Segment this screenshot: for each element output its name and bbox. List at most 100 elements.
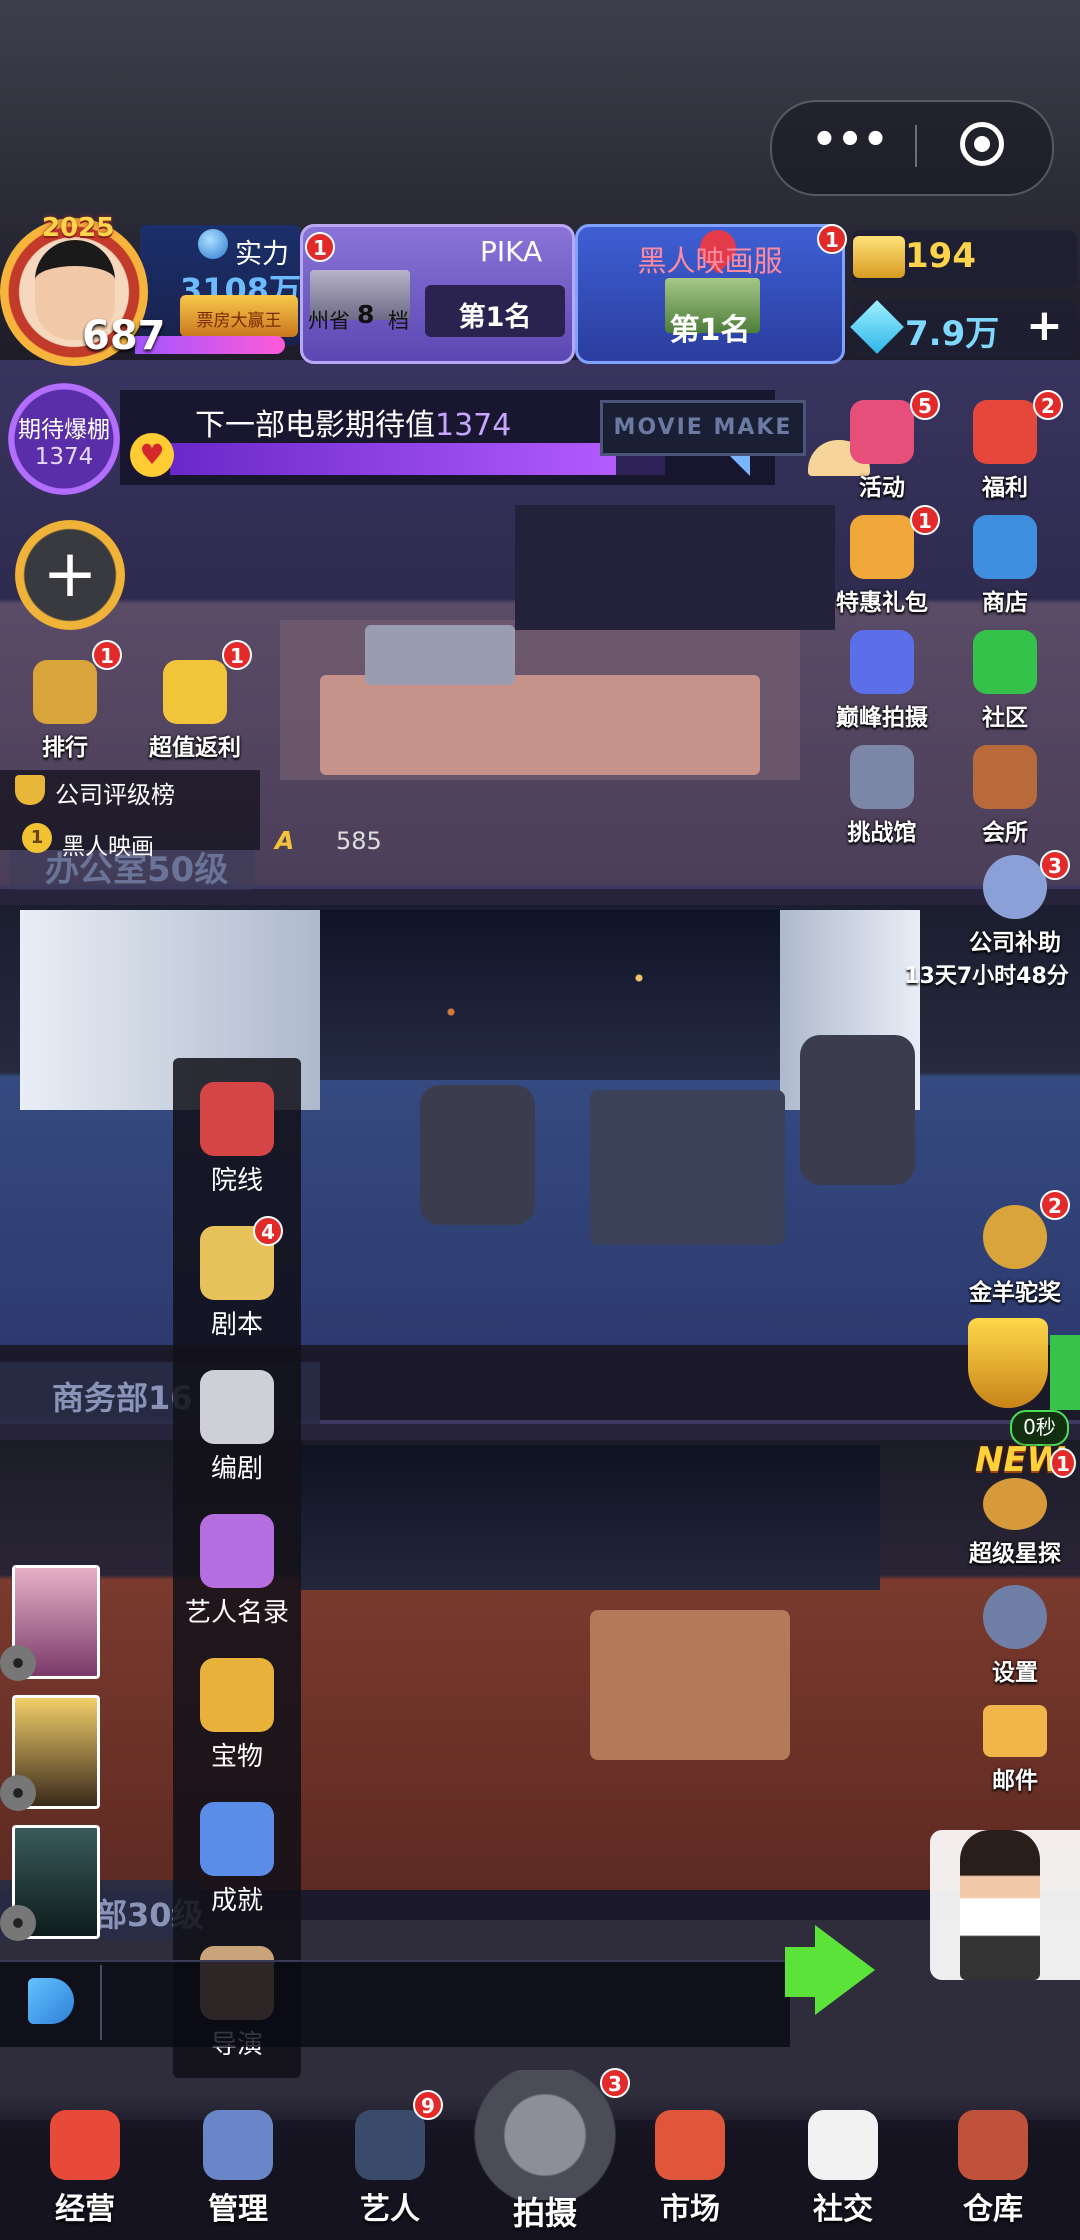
notification-badge: 2	[1040, 1190, 1070, 1220]
mail-label: 邮件	[992, 1768, 1038, 1794]
notification-badge: 5	[910, 390, 940, 420]
coffee-table	[365, 625, 515, 685]
office-chair	[420, 1085, 535, 1225]
side-button-label: 会所	[982, 820, 1028, 846]
rank-medal: 1	[22, 823, 52, 853]
achievement-medal-icon	[200, 1802, 274, 1876]
mail-button[interactable]: 邮件	[965, 1705, 1065, 1795]
shoot-label: 拍摄	[512, 2194, 577, 2232]
popcorn-icon	[50, 2110, 120, 2180]
shoot-camera-button[interactable]	[470, 2070, 620, 2200]
hype-title-text: 下一部电影期待值	[195, 408, 435, 443]
add-diamonds-button[interactable]: +	[1026, 304, 1063, 348]
side-button-label: 挑战馆	[847, 820, 917, 846]
nav-tab-仓库[interactable]: 仓库	[928, 2110, 1058, 2228]
notification-badge: 1	[817, 224, 847, 254]
fireworks-icon	[850, 400, 914, 464]
close-target-icon[interactable]	[960, 122, 1004, 166]
scout-icon	[983, 1478, 1047, 1530]
manage-gear-icon	[203, 2110, 273, 2180]
coupon-icon	[163, 660, 227, 724]
magic-lamp-icon	[200, 1658, 274, 1732]
side-button-巅峰拍摄[interactable]: 巅峰拍摄	[832, 630, 932, 732]
ticket-value: 194	[905, 236, 976, 276]
menu-item-label: 宝物	[210, 1742, 263, 1772]
chat-divider	[100, 1965, 102, 2040]
envelope-icon	[983, 1705, 1047, 1757]
side-drawer-tab[interactable]	[1050, 1335, 1080, 1410]
notification-badge: 1	[222, 640, 252, 670]
side-button-会所[interactable]: 会所	[955, 745, 1055, 847]
side-button-挑战馆[interactable]: 挑战馆	[832, 745, 932, 847]
menu-item-编剧[interactable]: 编剧	[173, 1370, 301, 1485]
hype-fill	[170, 443, 616, 475]
add-button[interactable]: +	[15, 520, 125, 630]
more-dots-button[interactable]: •••	[805, 120, 895, 170]
side-button-社区[interactable]: 社区	[955, 630, 1055, 732]
nav-tab-管理[interactable]: 管理	[173, 2110, 303, 2228]
secretary-figure	[960, 1830, 1040, 1980]
super-scout-button[interactable]: 超级星探	[965, 1478, 1065, 1568]
shop-icon	[973, 515, 1037, 579]
menu-item-label: 成就	[210, 1886, 263, 1916]
movie-make-sign: MOVIE MAKE	[600, 400, 806, 456]
grade-letter: A	[275, 826, 295, 855]
menu-item-院线[interactable]: 院线	[173, 1082, 301, 1197]
menu-item-宝物[interactable]: 宝物	[173, 1658, 301, 1773]
notification-badge: 1	[305, 232, 335, 262]
hype-ring-label: 期待爆棚	[18, 417, 110, 443]
rating-title: 公司评级榜	[55, 781, 175, 809]
nav-tab-label: 艺人	[360, 2192, 420, 2227]
capsule-divider	[915, 125, 917, 167]
rating-company: 黑人映画	[62, 834, 154, 860]
nav-tab-label: 市场	[660, 2192, 720, 2227]
notification-badge: 1	[92, 640, 122, 670]
nav-tab-经营[interactable]: 经营	[20, 2110, 150, 2228]
super-scout-label: 超级星探	[969, 1541, 1061, 1567]
side-button-超值返利[interactable]: 超值返利	[130, 660, 260, 762]
side-button-label: 商店	[982, 590, 1028, 616]
menu-item-成就[interactable]: 成就	[173, 1802, 301, 1917]
menu-item-label: 院线	[210, 1166, 263, 1196]
side-button-商店[interactable]: 商店	[955, 515, 1055, 617]
nav-tab-市场[interactable]: 市场	[625, 2110, 755, 2228]
office-chair	[800, 1035, 915, 1185]
side-button-排行[interactable]: 排行	[15, 660, 115, 762]
region-label: 州省	[308, 309, 350, 333]
golden-alpaca-award-button[interactable]: 金羊驼奖	[965, 1205, 1065, 1307]
wooden-desk	[590, 1610, 790, 1760]
city-window	[300, 1445, 880, 1590]
notification-badge: 3	[1040, 850, 1070, 880]
building-icon	[850, 745, 914, 809]
clubhouse-icon	[973, 745, 1037, 809]
menu-item-剧本[interactable]: 剧本	[173, 1226, 301, 1341]
office-desk	[590, 1090, 785, 1245]
nav-tab-社交[interactable]: 社交	[778, 2110, 908, 2228]
menu-item-艺人名录[interactable]: 艺人名录	[173, 1514, 301, 1629]
notification-badge: 1	[910, 505, 940, 535]
side-button-label: 排行	[42, 735, 88, 761]
company-rank: 第1名	[458, 302, 532, 333]
gear-icon	[983, 1585, 1047, 1649]
grade-unit: 档	[388, 309, 409, 333]
chat-bar[interactable]	[0, 1960, 790, 2047]
subsidy-timer: 13天7小时48分	[904, 964, 1069, 989]
trophy-icon[interactable]	[968, 1318, 1048, 1408]
menu-item-label: 艺人名录	[184, 1598, 289, 1628]
notification-badge: 3	[600, 2068, 630, 2098]
settings-button[interactable]: 设置	[965, 1585, 1065, 1687]
speaker-icon[interactable]	[28, 1978, 74, 2024]
office-rug	[320, 675, 760, 775]
coffee-cup-icon	[808, 2110, 878, 2180]
server-name: 黑人映画服	[637, 244, 783, 278]
nav-tab-艺人[interactable]: 艺人	[325, 2110, 455, 2228]
nav-tab-label: 经营	[55, 2192, 115, 2227]
alpaca-award-icon	[983, 1205, 1047, 1269]
guide-arrow-icon	[815, 1925, 875, 2015]
menu-item-label: 剧本	[210, 1310, 263, 1340]
notification-badge: 2	[1033, 390, 1063, 420]
hype-ring-value: 1374	[34, 444, 94, 470]
guide-arrow-body	[785, 1947, 815, 1997]
warehouse-icon	[958, 2110, 1028, 2180]
grade-level: 8	[357, 300, 375, 329]
